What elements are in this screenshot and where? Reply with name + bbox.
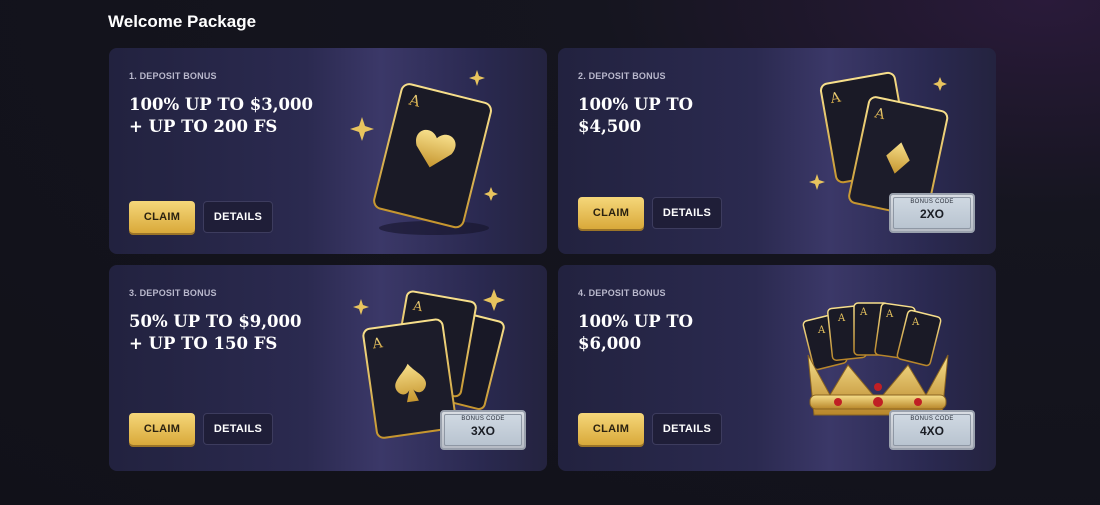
bonus-card-label: 3. Deposit Bonus [129,288,217,298]
bonus-card-label: 2. Deposit Bonus [578,71,666,81]
claim-button[interactable]: CLAIM [578,197,644,229]
svg-text:A: A [837,313,846,324]
bonus-card-1: 1. Deposit Bonus 100% UP TO $3,000 + UP … [109,48,547,254]
bonus-code-badge[interactable]: BONUS CODE 3XO [440,410,526,450]
claim-button[interactable]: CLAIM [129,413,195,445]
bonus-card-label: 1. Deposit Bonus [129,71,217,81]
svg-text:A: A [817,325,826,336]
section-title: Welcome Package [108,12,257,31]
bonus-grid: 1. Deposit Bonus 100% UP TO $3,000 + UP … [109,48,996,471]
bonus-card-3: 3. Deposit Bonus 50% UP TO $9,000 + UP T… [109,265,547,471]
ace-of-hearts-card-icon: A [350,70,498,235]
svg-text:A: A [885,309,894,320]
bonus-card-4: 4. Deposit Bonus 100% UP TO $6,000 AAAAA [558,265,996,471]
claim-button[interactable]: CLAIM [129,201,195,233]
bonus-card-headline: 50% UP TO $9,000 + UP TO 150 FS [129,312,302,353]
bonus-code-label: BONUS CODE [910,416,954,422]
bonus-code-badge[interactable]: BONUS CODE 4XO [889,410,975,450]
bonus-code-value: 2XO [919,207,944,221]
bonus-card-headline: 100% UP TO $3,000 + UP TO 200 FS [129,95,313,136]
details-button[interactable]: DETAILS [203,201,273,233]
bonus-code-label: BONUS CODE [910,199,954,205]
details-button[interactable]: DETAILS [652,197,722,229]
details-button[interactable]: DETAILS [203,413,273,445]
svg-text:A: A [911,317,920,328]
bonus-code-label: BONUS CODE [461,416,505,422]
claim-button[interactable]: CLAIM [578,413,644,445]
bonus-card-headline: 100% UP TO $4,500 [578,95,694,136]
bonus-code-badge[interactable]: BONUS CODE 2XO [889,193,975,233]
details-button[interactable]: DETAILS [652,413,722,445]
bonus-card-headline: 100% UP TO $6,000 [578,312,694,353]
bonus-code-value: 3XO [470,424,495,438]
bonus-card-2: 2. Deposit Bonus 100% UP TO $4,500 A A B… [558,48,996,254]
svg-text:A: A [859,307,868,318]
bonus-card-label: 4. Deposit Bonus [578,288,666,298]
bonus-code-value: 4XO [919,424,944,438]
